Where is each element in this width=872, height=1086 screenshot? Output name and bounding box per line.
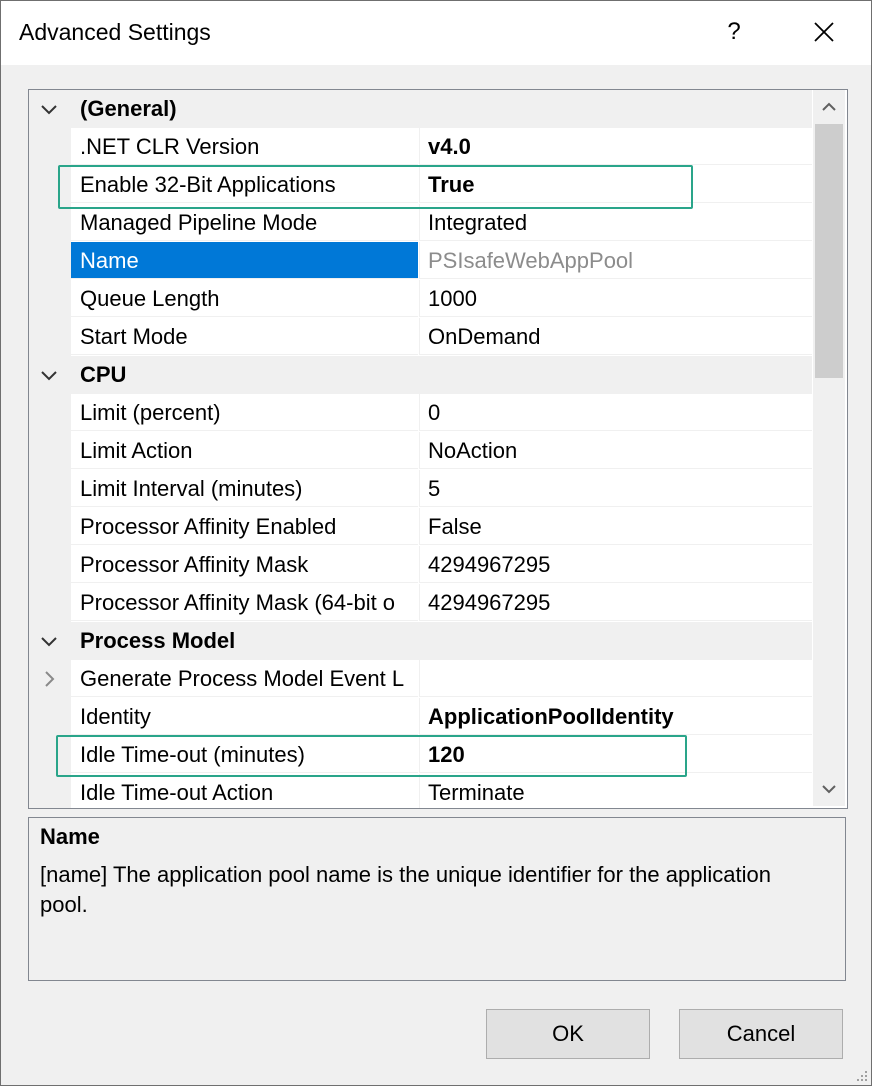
property-value[interactable]: ApplicationPoolIdentity bbox=[419, 698, 812, 735]
property-row[interactable]: Identity ApplicationPoolIdentity bbox=[29, 698, 812, 736]
property-row[interactable]: .NET CLR Version v4.0 bbox=[29, 128, 812, 166]
property-value[interactable]: 0 bbox=[419, 394, 812, 431]
property-row[interactable]: Processor Affinity Mask 4294967295 bbox=[29, 546, 812, 584]
property-row[interactable]: Idle Time-out Action Terminate bbox=[29, 774, 812, 808]
row-gutter bbox=[29, 280, 71, 318]
property-value[interactable] bbox=[419, 660, 812, 697]
property-row[interactable]: Idle Time-out (minutes) 120 bbox=[29, 736, 812, 774]
property-name[interactable]: Limit Action bbox=[71, 432, 418, 469]
property-value[interactable]: 4294967295 bbox=[419, 584, 812, 621]
row-gutter bbox=[29, 432, 71, 470]
vertical-scrollbar[interactable] bbox=[813, 90, 845, 806]
row-gutter bbox=[29, 204, 71, 242]
title-bar: Advanced Settings ? bbox=[1, 1, 871, 65]
row-gutter bbox=[29, 166, 71, 204]
property-row[interactable]: Start Mode OnDemand bbox=[29, 318, 812, 356]
scrollbar-thumb[interactable] bbox=[815, 124, 843, 378]
category-label: CPU bbox=[80, 362, 127, 387]
advanced-settings-dialog: Advanced Settings ? (General) .NET CLR Ve… bbox=[0, 0, 872, 1086]
row-gutter bbox=[29, 698, 71, 736]
window-title: Advanced Settings bbox=[19, 19, 211, 45]
property-value[interactable]: 120 bbox=[419, 736, 812, 773]
property-name[interactable]: Processor Affinity Enabled bbox=[71, 508, 418, 545]
close-icon bbox=[814, 22, 834, 42]
property-value[interactable]: PSIsafeWebAppPool bbox=[419, 242, 812, 279]
row-gutter bbox=[29, 774, 71, 808]
chevron-down-icon[interactable] bbox=[39, 99, 59, 119]
property-rows: (General) .NET CLR Version v4.0 Enable 32-B… bbox=[29, 90, 812, 808]
property-name[interactable]: Queue Length bbox=[71, 280, 418, 317]
help-button[interactable]: ? bbox=[707, 3, 761, 61]
property-value[interactable]: True bbox=[419, 166, 812, 203]
chevron-right-icon[interactable] bbox=[39, 669, 59, 689]
property-name[interactable]: .NET CLR Version bbox=[71, 128, 418, 165]
resize-grip-icon[interactable] bbox=[851, 1065, 869, 1083]
row-gutter bbox=[29, 508, 71, 546]
category-row[interactable]: Process Model bbox=[29, 622, 812, 660]
property-name[interactable]: Name bbox=[71, 242, 418, 279]
close-button[interactable] bbox=[797, 3, 851, 61]
cancel-button[interactable]: Cancel bbox=[679, 1009, 843, 1059]
property-name[interactable]: Generate Process Model Event L bbox=[71, 660, 418, 697]
property-value[interactable]: NoAction bbox=[419, 432, 812, 469]
property-row-selected[interactable]: Name PSIsafeWebAppPool bbox=[29, 242, 812, 280]
property-row[interactable]: Managed Pipeline Mode Integrated bbox=[29, 204, 812, 242]
property-name[interactable]: Identity bbox=[71, 698, 418, 735]
property-row[interactable]: Limit (percent) 0 bbox=[29, 394, 812, 432]
property-name[interactable]: Managed Pipeline Mode bbox=[71, 204, 418, 241]
property-name[interactable]: Limit Interval (minutes) bbox=[71, 470, 418, 507]
category-row[interactable]: (General) bbox=[29, 90, 812, 128]
chevron-down-icon bbox=[822, 785, 836, 794]
property-row[interactable]: Limit Action NoAction bbox=[29, 432, 812, 470]
row-gutter bbox=[29, 470, 71, 508]
property-value[interactable]: 5 bbox=[419, 470, 812, 507]
description-title: Name bbox=[40, 824, 100, 849]
chevron-down-icon[interactable] bbox=[39, 631, 59, 651]
property-value[interactable]: OnDemand bbox=[419, 318, 812, 355]
row-gutter bbox=[29, 242, 71, 280]
property-row[interactable]: Queue Length 1000 bbox=[29, 280, 812, 318]
property-value[interactable]: 1000 bbox=[419, 280, 812, 317]
property-name[interactable]: Idle Time-out Action bbox=[71, 774, 418, 808]
property-name[interactable]: Processor Affinity Mask (64-bit o bbox=[71, 584, 418, 621]
question-mark-icon: ? bbox=[727, 18, 741, 45]
property-row[interactable]: Limit Interval (minutes) 5 bbox=[29, 470, 812, 508]
row-gutter bbox=[29, 736, 71, 774]
description-text: [name] The application pool name is the … bbox=[40, 862, 771, 917]
property-value[interactable]: False bbox=[419, 508, 812, 545]
property-grid: (General) .NET CLR Version v4.0 Enable 32-B… bbox=[28, 89, 848, 809]
row-gutter bbox=[29, 128, 71, 166]
ok-button[interactable]: OK bbox=[486, 1009, 650, 1059]
row-gutter bbox=[29, 660, 71, 698]
property-name[interactable]: Start Mode bbox=[71, 318, 418, 355]
category-label: Process Model bbox=[80, 628, 236, 653]
category-row[interactable]: CPU bbox=[29, 356, 812, 394]
chevron-down-icon[interactable] bbox=[39, 365, 59, 385]
row-gutter bbox=[29, 318, 71, 356]
property-name[interactable]: Enable 32-Bit Applications bbox=[71, 166, 418, 203]
property-name[interactable]: Idle Time-out (minutes) bbox=[71, 736, 418, 773]
scroll-down-button[interactable] bbox=[813, 772, 845, 806]
row-gutter bbox=[29, 546, 71, 584]
property-value[interactable]: v4.0 bbox=[419, 128, 812, 165]
property-value[interactable]: Integrated bbox=[419, 204, 812, 241]
property-name[interactable]: Limit (percent) bbox=[71, 394, 418, 431]
row-gutter bbox=[29, 584, 71, 622]
property-name[interactable]: Processor Affinity Mask bbox=[71, 546, 418, 583]
description-panel: Name [name] The application pool name is… bbox=[28, 817, 846, 981]
property-row[interactable]: Generate Process Model Event L bbox=[29, 660, 812, 698]
property-row[interactable]: Enable 32-Bit Applications True bbox=[29, 166, 812, 204]
property-row[interactable]: Processor Affinity Mask (64-bit o 4294967… bbox=[29, 584, 812, 622]
property-value[interactable]: Terminate bbox=[419, 774, 812, 808]
row-gutter bbox=[29, 394, 71, 432]
category-label: (General) bbox=[80, 96, 177, 121]
scroll-up-button[interactable] bbox=[813, 90, 845, 124]
chevron-up-icon bbox=[822, 102, 836, 111]
property-row[interactable]: Processor Affinity Enabled False bbox=[29, 508, 812, 546]
property-value[interactable]: 4294967295 bbox=[419, 546, 812, 583]
